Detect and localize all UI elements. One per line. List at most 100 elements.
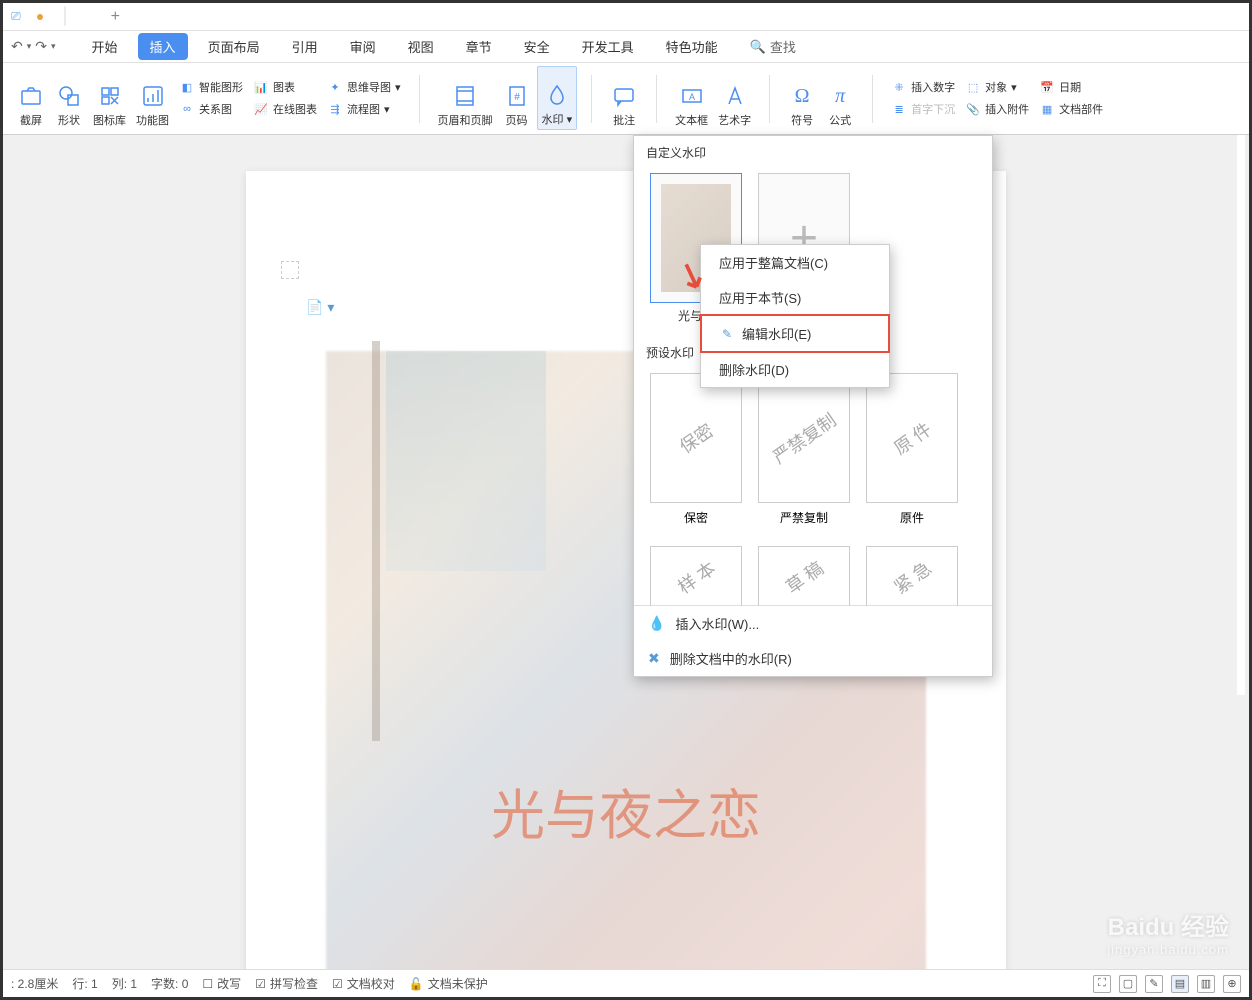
tab-dev-tools[interactable]: 开发工具: [570, 33, 646, 60]
wordart-button[interactable]: 艺术字: [714, 66, 755, 130]
checkbox-icon: ☑: [332, 977, 343, 991]
screenshot-button[interactable]: 截屏: [13, 66, 49, 130]
shape-icon: [55, 82, 83, 110]
tab-review[interactable]: 审阅: [338, 33, 388, 60]
preset-sample[interactable]: 样 本: [650, 546, 742, 605]
watermark-button[interactable]: 水印 ▾: [537, 66, 578, 130]
tab-chapter[interactable]: 章节: [454, 33, 504, 60]
relation-icon: ∞: [179, 101, 195, 117]
watermark-dropdown-panel: 自定义水印 光与夜 + 应用于整篇文档(C) 应用于本节(S) ✎编辑水印(E)…: [633, 135, 993, 677]
sb-words[interactable]: 字数: 0: [151, 975, 188, 992]
checkbox-icon: ☐: [202, 977, 213, 991]
titlebar: ⎚ │ +: [3, 3, 1249, 31]
preset-confidential[interactable]: 保密 保密: [650, 373, 742, 530]
relation-button[interactable]: ∞关系图: [175, 99, 247, 119]
number-icon: ⁜: [891, 79, 907, 95]
tab-start[interactable]: 开始: [80, 33, 130, 60]
remove-watermark-action[interactable]: ✖删除文档中的水印(R): [634, 641, 992, 676]
search-box[interactable]: 🔍 查找: [750, 37, 796, 56]
preset-urgent[interactable]: 紧 急: [866, 546, 958, 605]
object-button[interactable]: ⬚对象 ▾: [961, 77, 1033, 97]
page-marker: [281, 261, 299, 279]
tab-view[interactable]: 视图: [396, 33, 446, 60]
tab-security[interactable]: 安全: [512, 33, 562, 60]
new-tab-button[interactable]: +: [111, 8, 120, 26]
page-view-icon[interactable]: ▤: [1171, 975, 1189, 993]
watermark-context-menu: 应用于整篇文档(C) 应用于本节(S) ✎编辑水印(E) 删除水印(D): [700, 244, 890, 388]
scrollbar[interactable]: [1237, 135, 1245, 695]
preset-original[interactable]: 原 件 原件: [866, 373, 958, 530]
insert-watermark-action[interactable]: 💧插入水印(W)...: [634, 606, 992, 641]
page-number-button[interactable]: # 页码: [499, 66, 535, 130]
textbox-icon: A: [678, 82, 706, 110]
modified-dot-icon: [37, 14, 43, 20]
edit-mode-icon[interactable]: ✎: [1145, 975, 1163, 993]
preset-no-copy[interactable]: 严禁复制 严禁复制: [758, 373, 850, 530]
search-icon: 🔍: [750, 39, 766, 55]
undo-redo-group: ↶ ▾ ↷ ▾: [11, 38, 56, 55]
chart-button[interactable]: 📊图表: [249, 77, 321, 97]
textbox-button[interactable]: A 文本框: [671, 66, 712, 130]
dropcap-button[interactable]: ≣首字下沉: [887, 99, 959, 119]
icon-lib-icon: [96, 82, 124, 110]
mindmap-button[interactable]: ✦思维导图 ▾: [323, 77, 405, 97]
equation-icon: π: [826, 82, 854, 110]
edit-icon: ✎: [720, 327, 734, 341]
shape-button[interactable]: 形状: [51, 66, 87, 130]
attachment-button[interactable]: 📎插入附件: [961, 99, 1033, 119]
tab-insert[interactable]: 插入: [138, 33, 188, 60]
sb-spellcheck[interactable]: ☑拼写检查: [255, 975, 318, 992]
menu-edit-watermark[interactable]: ✎编辑水印(E): [700, 314, 890, 353]
watermark-icon: [543, 81, 571, 109]
undo-dropdown[interactable]: ▾: [27, 41, 32, 52]
online-chart-button[interactable]: 📈在线图表: [249, 99, 321, 119]
dropcap-icon: ≣: [891, 101, 907, 117]
equation-button[interactable]: π 公式: [822, 66, 858, 130]
divider: [769, 75, 770, 123]
tab-reference[interactable]: 引用: [280, 33, 330, 60]
header-footer-button[interactable]: 页眉和页脚: [434, 66, 497, 130]
sb-line[interactable]: 行: 1: [72, 975, 97, 992]
wordart-icon: [721, 82, 749, 110]
droplet-icon: 💧: [648, 615, 665, 632]
smart-graphics-button[interactable]: ◧智能图形: [175, 77, 247, 97]
date-button[interactable]: 📅日期: [1035, 77, 1107, 97]
search-label: 查找: [770, 37, 796, 56]
func-chart-button[interactable]: 功能图: [132, 66, 173, 130]
divider: [872, 75, 873, 123]
reading-view-icon[interactable]: ▢: [1119, 975, 1137, 993]
redo-dropdown[interactable]: ▾: [51, 41, 56, 52]
redo-button[interactable]: ↷: [35, 38, 47, 55]
sb-proofread[interactable]: ☑文档校对: [332, 975, 395, 992]
object-icon: ⬚: [965, 79, 981, 95]
tab-special[interactable]: 特色功能: [654, 33, 730, 60]
fullscreen-icon[interactable]: ⛶: [1093, 975, 1111, 993]
menu-apply-doc[interactable]: 应用于整篇文档(C): [701, 245, 889, 280]
mindmap-icon: ✦: [327, 79, 343, 95]
flowchart-button[interactable]: ⇶流程图 ▾: [323, 99, 405, 119]
divider: [656, 75, 657, 123]
online-chart-icon: 📈: [253, 101, 269, 117]
outline-view-icon[interactable]: ▥: [1197, 975, 1215, 993]
web-view-icon[interactable]: ⊕: [1223, 975, 1241, 993]
menu-delete-watermark[interactable]: 删除水印(D): [701, 352, 889, 387]
annotation-button[interactable]: 批注: [606, 66, 642, 130]
doc-parts-button[interactable]: ▦文档部件: [1035, 99, 1107, 119]
tab-divider: │: [61, 8, 71, 26]
icon-lib-button[interactable]: 图标库: [89, 66, 130, 130]
menu-apply-section[interactable]: 应用于本节(S): [701, 280, 889, 315]
sb-revise[interactable]: ☐改写: [202, 975, 241, 992]
divider: [591, 75, 592, 123]
statusbar: : 2.8厘米 行: 1 列: 1 字数: 0 ☐改写 ☑拼写检查 ☑文档校对 …: [3, 969, 1249, 997]
insert-number-button[interactable]: ⁜插入数字: [887, 77, 959, 97]
date-icon: 📅: [1039, 79, 1055, 95]
page-bookmark-icon[interactable]: 📄 ▾: [306, 299, 334, 316]
preset-draft[interactable]: 草 稿: [758, 546, 850, 605]
sb-col[interactable]: 列: 1: [112, 975, 137, 992]
sb-protection[interactable]: 🔓文档未保护: [409, 975, 488, 992]
symbol-button[interactable]: Ω 符号: [784, 66, 820, 130]
chart-icon: 📊: [253, 79, 269, 95]
attachment-icon: 📎: [965, 101, 981, 117]
undo-button[interactable]: ↶: [11, 38, 23, 55]
tab-page-layout[interactable]: 页面布局: [196, 33, 272, 60]
